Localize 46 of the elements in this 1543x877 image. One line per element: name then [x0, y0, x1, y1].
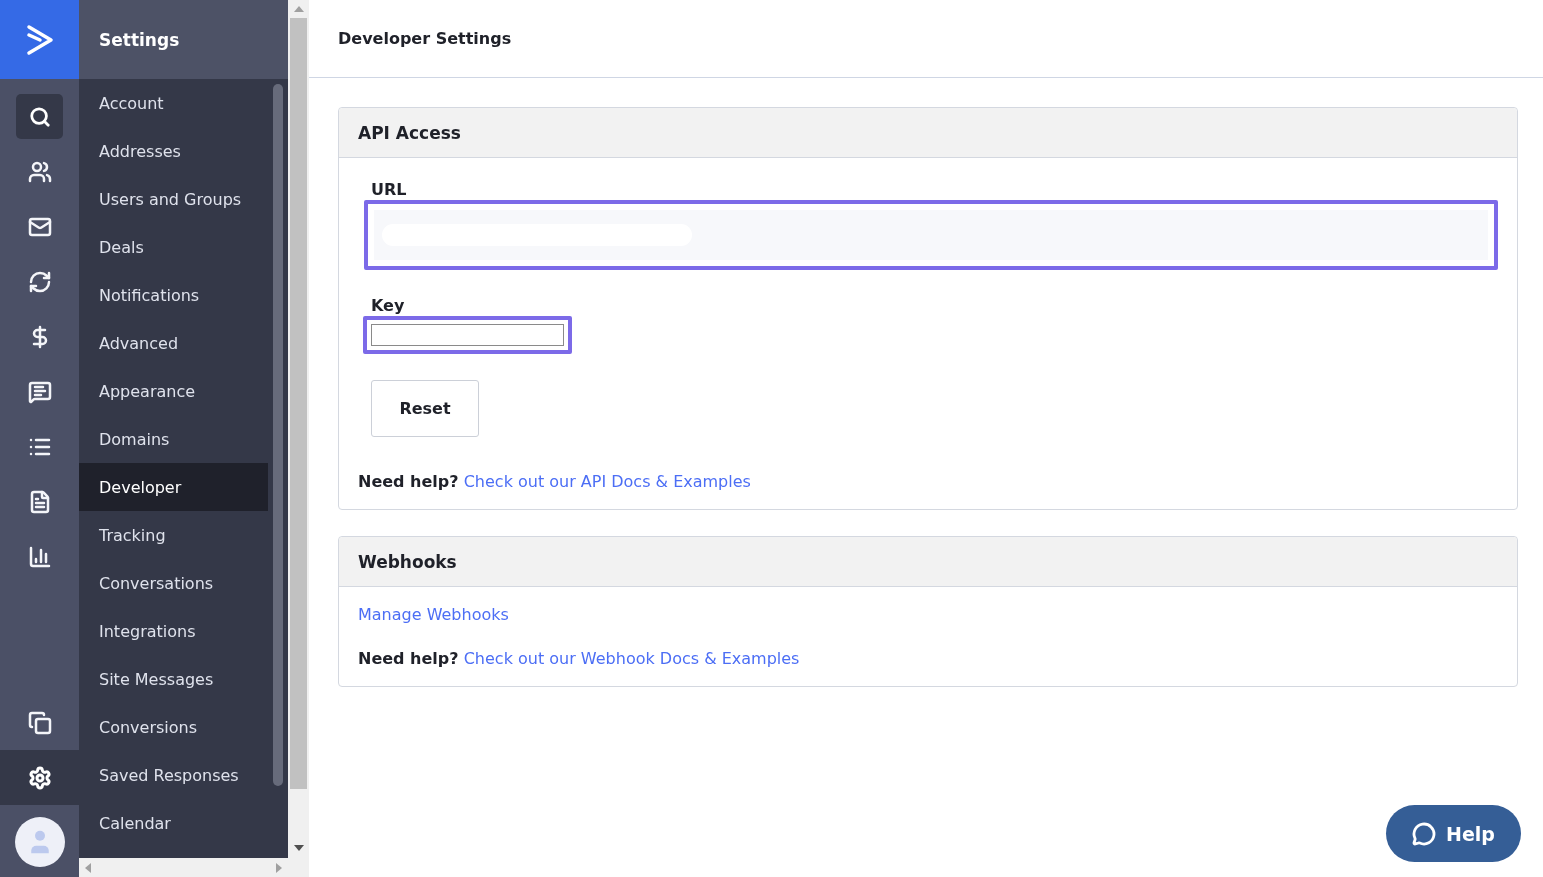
scroll-down-icon[interactable]	[293, 845, 304, 851]
webhook-docs-link[interactable]: Check out our Webhook Docs & Examples	[463, 649, 800, 668]
settings-menu-item[interactable]: Addresses	[79, 127, 268, 175]
chat-icon	[27, 379, 52, 404]
settings-menu-item[interactable]: Developer	[79, 463, 268, 511]
settings-menu-item[interactable]: Advanced	[79, 319, 268, 367]
settings-menu-item[interactable]: Tracking	[79, 511, 268, 559]
settings-menu-item[interactable]: Domains	[79, 415, 268, 463]
vertical-scrollbar[interactable]	[288, 0, 309, 877]
help-text: Need help? Check out our Webhook Docs & Examples	[358, 649, 801, 668]
manage-webhooks-link[interactable]: Manage Webhooks	[358, 605, 509, 624]
logo[interactable]	[0, 0, 79, 79]
field-label: Key	[371, 296, 406, 315]
reset-button[interactable]: Reset	[371, 380, 479, 437]
chat-bubble-icon	[1412, 821, 1437, 846]
chevron-logo-icon	[25, 23, 54, 56]
field-label: URL	[371, 180, 408, 199]
automation-icon	[27, 269, 52, 294]
help-button[interactable]: Help	[1386, 805, 1521, 862]
key-field[interactable]	[363, 316, 572, 354]
rail-button[interactable]	[0, 750, 79, 805]
card-title: API Access	[358, 122, 461, 143]
url-field[interactable]	[364, 200, 1498, 270]
scrollbar-thumb[interactable]	[273, 84, 283, 786]
settings-menu-item[interactable]: Appearance	[79, 367, 268, 415]
api-docs-link[interactable]: Check out our API Docs & Examples	[463, 472, 751, 491]
settings-menu-item[interactable]: Notifications	[79, 271, 268, 319]
settings-title: Settings	[99, 29, 180, 50]
card-title: Webhooks	[358, 551, 457, 572]
search-icon	[28, 105, 51, 128]
settings-menu-item[interactable]: Site Messages	[79, 655, 268, 703]
avatar[interactable]	[14, 817, 65, 867]
contacts-icon	[27, 159, 52, 184]
help-text: Need help? Check out our API Docs & Examples	[358, 472, 752, 491]
settings-menu-item[interactable]: Conversations	[79, 559, 268, 607]
settings-menu-item[interactable]: Saved Responses	[79, 751, 268, 799]
settings-menu-item[interactable]: Calendar	[79, 799, 268, 847]
settings-icon	[27, 765, 52, 790]
windows-icon	[27, 710, 52, 735]
settings-menu-item[interactable]: Users and Groups	[79, 175, 268, 223]
page-title: Developer Settings	[338, 29, 512, 48]
settings-menu-item[interactable]: Account	[79, 79, 268, 127]
settings-menu-item[interactable]: Deals	[79, 223, 268, 271]
bar-chart-icon	[27, 544, 52, 569]
settings-menu-item[interactable]: Conversions	[79, 703, 268, 751]
settings-menu-item[interactable]: Integrations	[79, 607, 268, 655]
